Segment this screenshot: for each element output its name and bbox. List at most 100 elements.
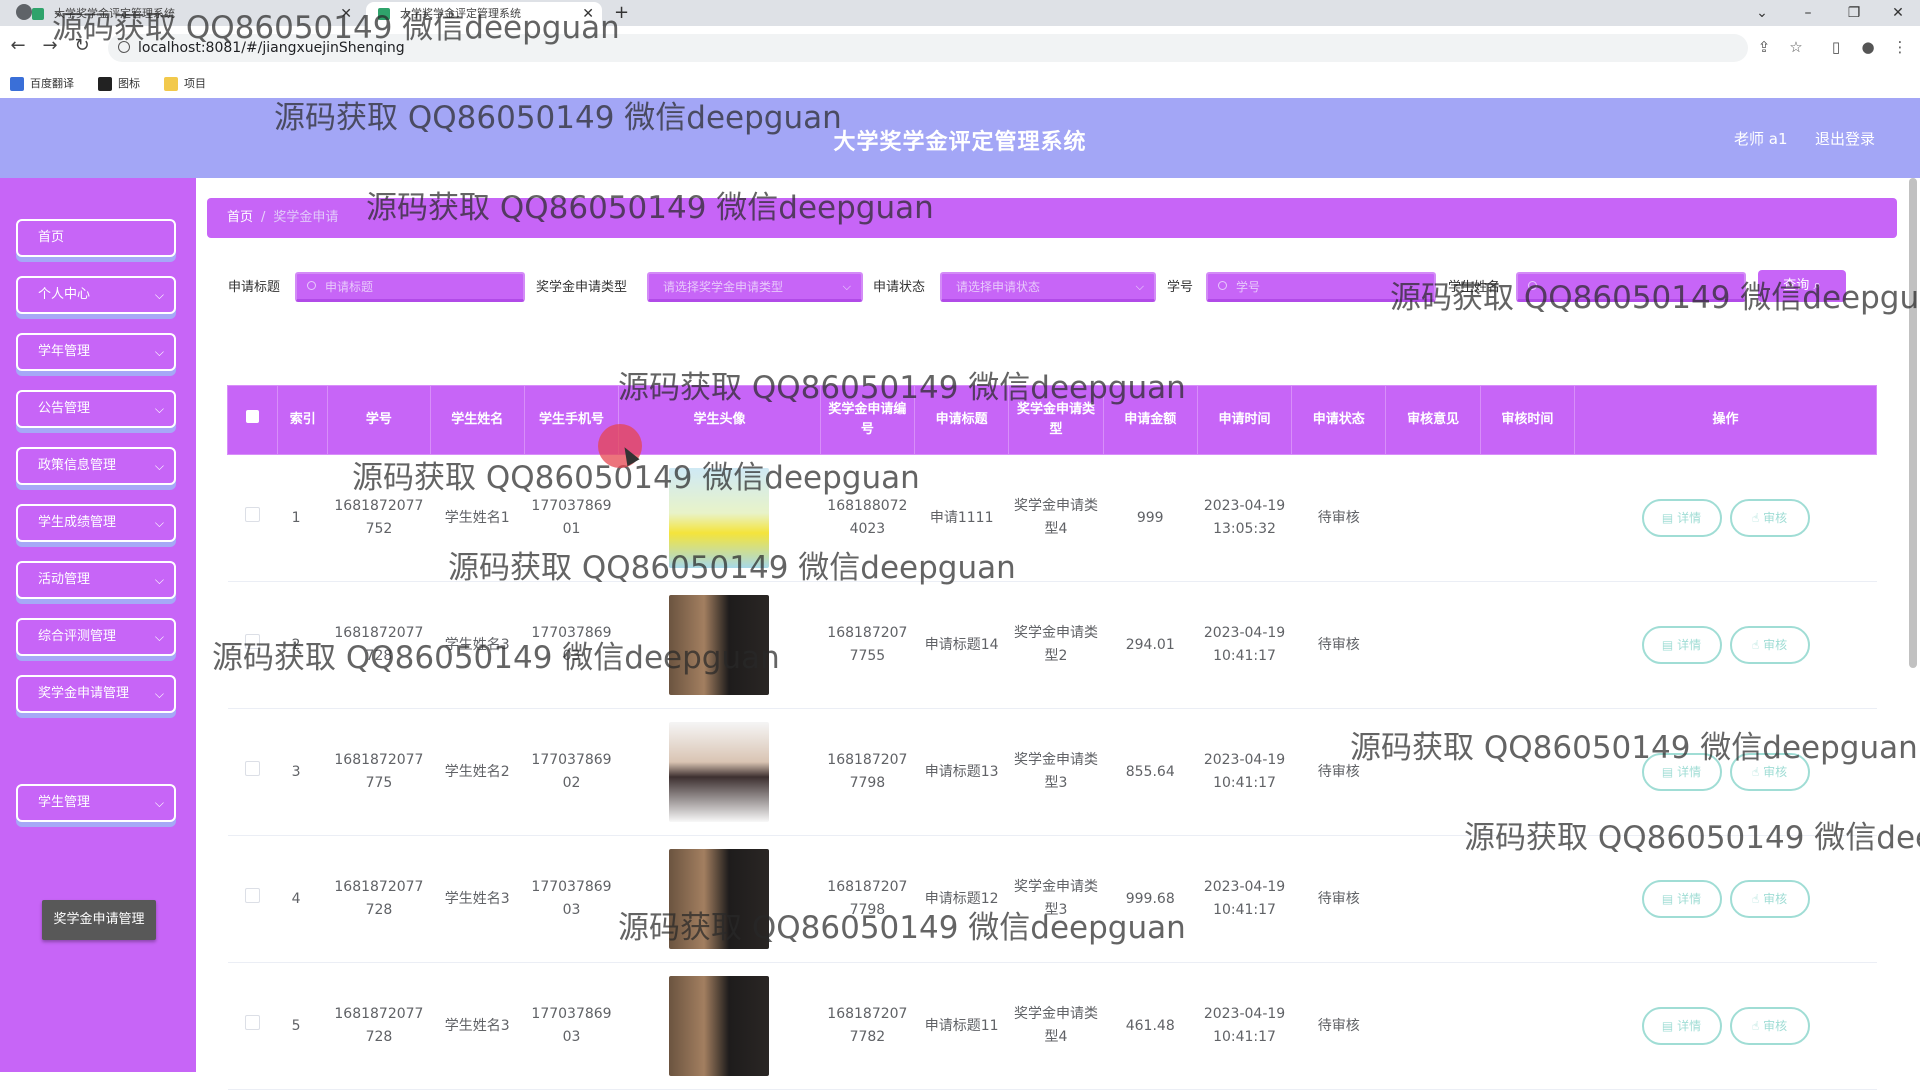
row-checkbox[interactable] [245, 887, 261, 903]
student-avatar-image [669, 849, 770, 949]
title-placeholder: 申请标题 [325, 280, 374, 294]
cell-avatar [618, 962, 821, 1090]
sidebar-item-evaluation[interactable]: 综合评测管理 ⌵ [16, 618, 176, 656]
menu-icon[interactable]: ⋮ [1892, 39, 1908, 55]
breadcrumb-current: 奖学金申请 [273, 210, 339, 225]
window-close-icon[interactable]: ✕ [1878, 0, 1918, 26]
title-search-input[interactable]: 申请标题 [295, 272, 525, 302]
xuehao-search-input[interactable]: 学号 [1206, 272, 1436, 302]
table-row: 4 1681872077728 学生姓名3 17703786903 168187… [227, 835, 1877, 963]
app-header: 大学奖学金评定管理系统 老师 a1 退出登录 [0, 98, 1920, 178]
detail-button[interactable]: ▤ 详情 [1641, 1007, 1722, 1045]
sidebar-item-activity[interactable]: 活动管理 ⌵ [16, 561, 176, 599]
chevron-down-icon: ⌵ [154, 516, 164, 530]
breadcrumb-home[interactable]: 首页 [227, 210, 253, 225]
browser-tab-2[interactable]: 大学奖学金评定管理系统 ✕ [366, 2, 602, 26]
detail-label: 详情 [1677, 1019, 1702, 1033]
cell-name: 学生姓名3 [430, 962, 525, 1090]
sidebar-item-home[interactable]: 首页 [16, 219, 176, 257]
sidepanel-icon[interactable]: ▯ [1828, 39, 1844, 55]
student-avatar-image [669, 722, 770, 822]
breadcrumb: 首页 / 奖学金申请 [207, 198, 1897, 238]
cell-type: 奖学金申请类型3 [1008, 708, 1104, 836]
page-scrollbar[interactable] [1909, 178, 1917, 668]
audit-button[interactable]: ☝ 审核 [1729, 626, 1810, 664]
row-checkbox-cell[interactable] [227, 454, 278, 582]
cell-title: 申请1111 [914, 454, 1009, 582]
star-icon[interactable]: ☆ [1788, 39, 1804, 55]
app-title: 大学奖学金评定管理系统 [833, 130, 1087, 155]
detail-button[interactable]: ▤ 详情 [1641, 626, 1722, 664]
select-all-checkbox-cell[interactable] [226, 385, 279, 455]
reload-icon[interactable]: ↻ [70, 35, 94, 56]
minimize-icon[interactable]: – [1788, 0, 1828, 26]
table-row: 1 1681872077752 学生姓名1 17703786901 168188… [227, 454, 1877, 582]
row-checkbox-cell[interactable] [227, 962, 278, 1090]
row-checkbox-cell[interactable] [227, 708, 278, 836]
sidebar-item-grades[interactable]: 学生成绩管理 ⌵ [16, 504, 176, 542]
detail-button[interactable]: ▤ 详情 [1641, 499, 1722, 537]
bookmark-translate[interactable]: 百度翻译 [10, 76, 74, 92]
close-tab-icon[interactable]: ✕ [582, 2, 594, 26]
table-row: 3 1681872077775 学生姓名2 17703786902 168187… [227, 708, 1877, 836]
logout-link[interactable]: 退出登录 [1815, 128, 1875, 149]
name-search-input[interactable] [1516, 272, 1746, 302]
select-all-checkbox[interactable] [246, 410, 260, 423]
url-field[interactable]: localhost:8081/#/jiangxuejinShenqing [108, 34, 1748, 62]
browser-tab-1[interactable]: 大学奖学金评定管理系统 ✕ [20, 2, 360, 26]
row-checkbox[interactable] [245, 633, 261, 649]
close-tab-icon[interactable]: ✕ [340, 2, 352, 26]
cell-time: 2023-04-19 10:41:17 [1197, 581, 1292, 709]
sidebar-item-label: 学生管理 [38, 795, 91, 810]
bookmark-project[interactable]: 项目 [164, 76, 206, 92]
chevron-down-icon: ⌵ [154, 630, 164, 644]
sidebar-item-personal[interactable]: 个人中心 ⌵ [16, 276, 176, 314]
tab-search-icon[interactable]: ⌄ [1742, 0, 1782, 26]
cell-title: 申请标题11 [914, 962, 1009, 1090]
audit-button[interactable]: ☝ 审核 [1729, 499, 1810, 537]
forward-icon[interactable]: → [38, 35, 62, 56]
sidebar-item-scholarship[interactable]: 奖学金申请管理 ⌵ [16, 675, 176, 713]
status-select[interactable]: 请选择申请状态 ⌵ [940, 272, 1156, 302]
sidebar-subitem-scholarship-apply[interactable]: 奖学金申请管理 [42, 900, 156, 940]
sidebar-item-year[interactable]: 学年管理 ⌵ [16, 333, 176, 371]
column-header: 申请金额 [1102, 385, 1198, 455]
row-checkbox[interactable] [245, 760, 261, 776]
detail-button[interactable]: ▤ 详情 [1641, 880, 1722, 918]
audit-label: 审核 [1763, 892, 1788, 906]
browser-tabbar: 大学奖学金评定管理系统 ✕ 大学奖学金评定管理系统 ✕ + ⌄ – ❐ ✕ [0, 0, 1920, 26]
restore-icon[interactable]: ❐ [1834, 0, 1874, 26]
column-header: 审核意见 [1385, 385, 1481, 455]
cell-time: 2023-04-19 10:41:17 [1197, 962, 1292, 1090]
sidebar-item-notice[interactable]: 公告管理 ⌵ [16, 390, 176, 428]
new-tab-icon[interactable]: + [614, 0, 629, 26]
sidebar-item-students[interactable]: 学生管理 ⌵ [16, 784, 176, 822]
bookmark-icons[interactable]: 图标 [98, 76, 140, 92]
type-select[interactable]: 请选择奖学金申请类型 ⌵ [647, 272, 863, 302]
detail-button[interactable]: ▤ 详情 [1641, 753, 1722, 791]
search-button[interactable]: 查询 ⌕ [1758, 270, 1846, 302]
row-checkbox[interactable] [245, 506, 261, 522]
cell-title: 申请标题14 [914, 581, 1009, 709]
column-header: 申请状态 [1291, 385, 1387, 455]
cell-xuehao: 1681872077728 [327, 835, 431, 963]
share-icon[interactable]: ⇪ [1756, 39, 1772, 55]
cell-name: 学生姓名2 [430, 708, 525, 836]
audit-button[interactable]: ☝ 审核 [1729, 753, 1810, 791]
cell-index: 3 [277, 708, 328, 836]
sidebar-item-label: 综合评测管理 [38, 629, 117, 644]
site-info-icon[interactable] [118, 41, 130, 53]
audit-button[interactable]: ☝ 审核 [1729, 1007, 1810, 1045]
profile-icon[interactable]: ● [1860, 39, 1876, 55]
audit-button[interactable]: ☝ 审核 [1729, 880, 1810, 918]
row-checkbox-cell[interactable] [227, 835, 278, 963]
back-icon[interactable]: ← [6, 35, 30, 56]
row-checkbox[interactable] [245, 1014, 261, 1030]
sidebar-item-label: 学生成绩管理 [38, 515, 117, 530]
row-checkbox-cell[interactable] [227, 581, 278, 709]
cell-actions: ▤ 详情 ☝ 审核 [1574, 454, 1877, 582]
sidebar-item-label: 活动管理 [38, 572, 91, 587]
sidebar-item-policy[interactable]: 政策信息管理 ⌵ [16, 447, 176, 485]
status-placeholder: 请选择申请状态 [956, 280, 1041, 294]
audit-label: 审核 [1763, 511, 1788, 525]
